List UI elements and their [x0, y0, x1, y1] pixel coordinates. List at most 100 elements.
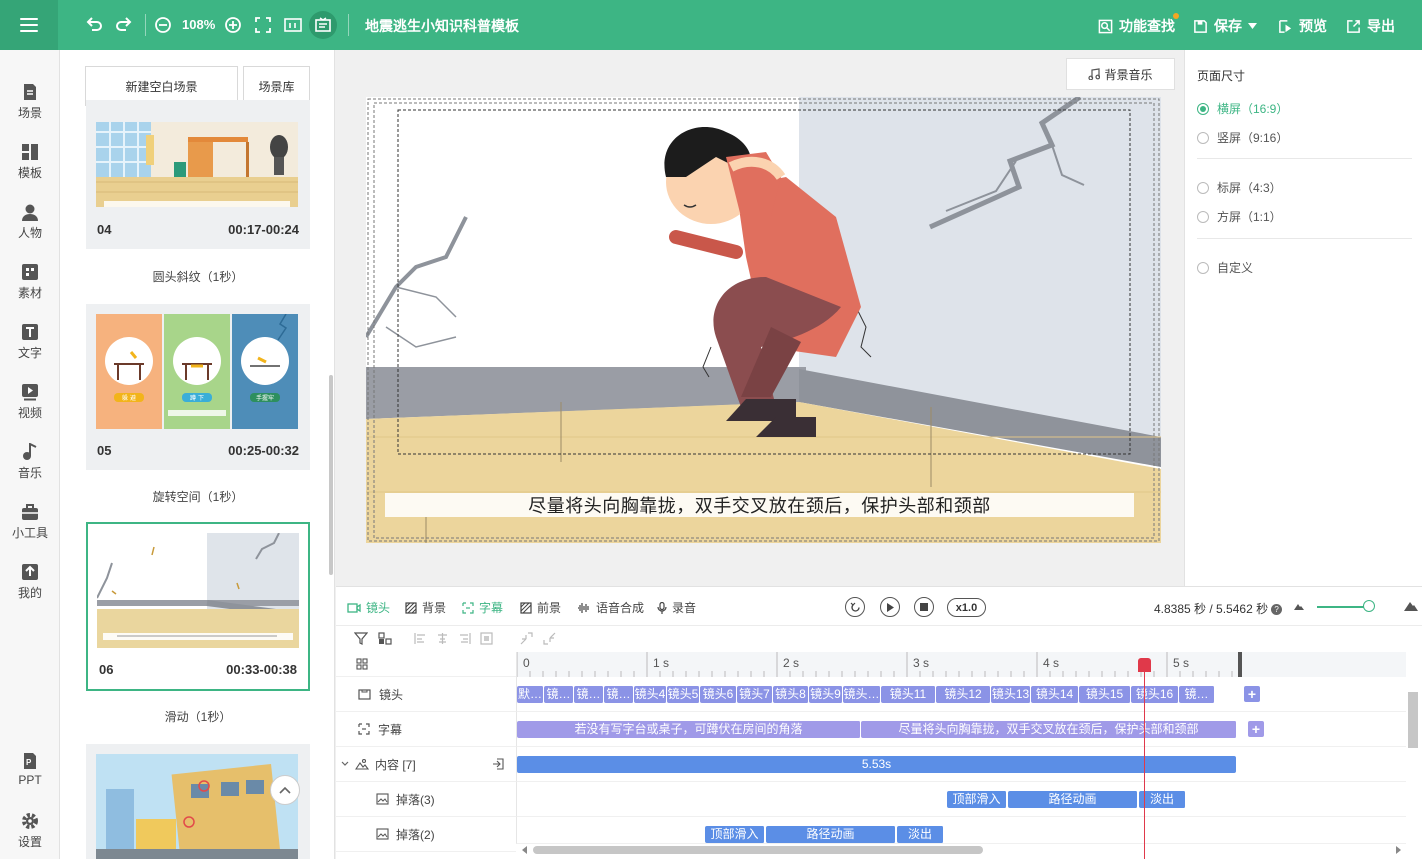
- document-title[interactable]: 地震逃生小知识科普模板: [365, 16, 519, 36]
- time-ruler[interactable]: 0 1 s 2 s 3 s 4 s 5 s: [516, 652, 1406, 677]
- chevron-down-icon[interactable]: [341, 761, 349, 767]
- actual-size-icon[interactable]: [283, 15, 303, 35]
- find-feature-button[interactable]: 功能查找: [1098, 16, 1175, 36]
- sidebar-item-person[interactable]: 人物: [0, 203, 60, 241]
- sidebar-item-text[interactable]: 文字: [0, 323, 60, 361]
- scene-transition-label[interactable]: 圆头斜纹（1秒）: [86, 268, 310, 285]
- background-music-button[interactable]: 背景音乐: [1066, 58, 1175, 90]
- lens-block[interactable]: 镜头9: [809, 686, 843, 703]
- scrollbar-thumb[interactable]: [533, 846, 983, 854]
- export-button[interactable]: 导出: [1346, 16, 1395, 36]
- lens-block[interactable]: 镜…: [604, 686, 634, 703]
- lens-block[interactable]: 镜…: [1179, 686, 1215, 703]
- help-icon[interactable]: ?: [1271, 604, 1283, 616]
- effect-fade-out[interactable]: 淡出: [1139, 791, 1186, 808]
- scene-list-scrollbar[interactable]: [329, 375, 333, 575]
- lens-block[interactable]: 镜头…: [843, 686, 881, 703]
- group-icon[interactable]: [378, 632, 392, 645]
- menu-button[interactable]: [0, 0, 58, 50]
- lens-block[interactable]: 镜头6: [700, 686, 737, 703]
- filter-icon[interactable]: [354, 632, 368, 645]
- option-portrait[interactable]: 竖屏（9:16）: [1197, 129, 1288, 146]
- redo-icon[interactable]: [114, 15, 134, 35]
- sidebar-item-tools[interactable]: 小工具: [0, 503, 60, 541]
- layer-up-icon[interactable]: [520, 632, 533, 645]
- content-block[interactable]: 5.53s: [517, 756, 1236, 773]
- lens-block[interactable]: 镜头8: [773, 686, 809, 703]
- playback-speed[interactable]: x1.0: [947, 598, 986, 617]
- tab-lens[interactable]: 镜头: [347, 599, 390, 616]
- timeline-horizontal-scrollbar[interactable]: [520, 845, 1402, 855]
- lens-block[interactable]: 镜头15: [1079, 686, 1131, 703]
- subtitle-mode-button[interactable]: [309, 11, 337, 39]
- align-right-icon[interactable]: [458, 632, 471, 645]
- scroll-top-button[interactable]: [270, 775, 300, 805]
- sidebar-item-music[interactable]: 音乐: [0, 443, 60, 481]
- scene-card-05[interactable]: 躲 避 蹲 下 手握牢 05 00:25-00:32: [86, 304, 310, 470]
- zoom-out-icon[interactable]: [153, 15, 173, 35]
- timeline-end-marker[interactable]: [1238, 652, 1242, 677]
- subtitle-block-2[interactable]: 尽量将头向胸靠拢，双手交叉放在颈后，保护头部和颈部: [861, 721, 1237, 738]
- sidebar-item-template[interactable]: 模板: [0, 143, 60, 181]
- subtitle-block-1[interactable]: 若没有写字台或桌子，可蹲伏在房间的角落: [517, 721, 861, 738]
- layer-down-icon[interactable]: [543, 632, 556, 645]
- play-button[interactable]: [880, 597, 900, 617]
- tab-tts[interactable]: 语音合成: [577, 599, 644, 616]
- scene-transition-label[interactable]: 滑动（1秒）: [86, 708, 310, 725]
- sidebar-item-material[interactable]: 素材: [0, 263, 60, 301]
- fullscreen-icon[interactable]: [253, 15, 273, 35]
- lens-block[interactable]: 镜头13: [991, 686, 1031, 703]
- lens-block[interactable]: 镜…: [544, 686, 574, 703]
- lens-block[interactable]: 镜头7: [737, 686, 773, 703]
- add-lens-button[interactable]: +: [1244, 686, 1260, 702]
- sidebar-item-mine[interactable]: 我的: [0, 563, 60, 601]
- tab-foreground[interactable]: 前景: [520, 599, 561, 616]
- sidebar-item-settings[interactable]: 设置: [0, 812, 60, 850]
- scroll-left-icon[interactable]: [522, 846, 528, 854]
- save-button[interactable]: 保存: [1193, 16, 1257, 36]
- tab-background[interactable]: 背景: [405, 599, 446, 616]
- effect-fade-out[interactable]: 淡出: [897, 826, 944, 843]
- lens-block[interactable]: 镜头11: [881, 686, 936, 703]
- align-center-icon[interactable]: [436, 632, 449, 645]
- enter-group-icon[interactable]: [492, 758, 504, 770]
- stop-button[interactable]: [914, 597, 934, 617]
- lens-block[interactable]: 默…: [517, 686, 544, 703]
- scene-transition-label[interactable]: 旋转空间（1秒）: [86, 488, 310, 505]
- lens-block[interactable]: 镜头12: [936, 686, 991, 703]
- scene-card-06[interactable]: 06 00:33-00:38: [86, 522, 310, 691]
- lens-block[interactable]: 镜头14: [1031, 686, 1079, 703]
- undo-icon[interactable]: [84, 15, 104, 35]
- effect-slide-in[interactable]: 顶部滑入: [705, 826, 765, 843]
- playhead-line[interactable]: [1144, 659, 1145, 859]
- effect-path-animation[interactable]: 路径动画: [1008, 791, 1138, 808]
- lens-block[interactable]: 镜头4: [634, 686, 667, 703]
- option-custom[interactable]: 自定义: [1197, 259, 1253, 276]
- option-square[interactable]: 方屏（1:1）: [1197, 208, 1282, 225]
- preview-button[interactable]: 预览: [1278, 16, 1327, 36]
- zoom-in-mountain-icon[interactable]: [1404, 601, 1418, 611]
- sidebar-item-ppt[interactable]: P PPT: [0, 752, 60, 787]
- scene-canvas[interactable]: 尽量将头向胸靠拢，双手交叉放在颈后，保护头部和颈部: [366, 97, 1161, 543]
- option-standard[interactable]: 标屏（4:3）: [1197, 179, 1282, 196]
- sidebar-item-scene[interactable]: 场景: [0, 83, 60, 121]
- option-landscape[interactable]: 横屏（16:9）: [1197, 100, 1288, 117]
- lens-block[interactable]: 镜头16: [1131, 686, 1179, 703]
- lens-block[interactable]: 镜…: [574, 686, 604, 703]
- replay-button[interactable]: [845, 597, 865, 617]
- effect-path-animation[interactable]: 路径动画: [766, 826, 896, 843]
- zoom-out-mountain-icon[interactable]: [1294, 603, 1304, 610]
- sidebar-item-video[interactable]: 视频: [0, 383, 60, 421]
- scroll-right-icon[interactable]: [1396, 846, 1402, 854]
- layout-icon[interactable]: [356, 658, 368, 670]
- timeline-vertical-scrollbar[interactable]: [1408, 692, 1418, 748]
- distribute-icon[interactable]: [480, 632, 493, 645]
- tab-subtitle[interactable]: 字幕: [462, 599, 503, 616]
- tab-recording[interactable]: 录音: [657, 599, 696, 616]
- align-left-icon[interactable]: [414, 632, 427, 645]
- scene-subtitle[interactable]: 尽量将头向胸靠拢，双手交叉放在颈后，保护头部和颈部: [385, 493, 1134, 517]
- scene-card-04[interactable]: 04 00:17-00:24: [86, 100, 310, 249]
- effect-slide-in[interactable]: 顶部滑入: [947, 791, 1007, 808]
- zoom-in-icon[interactable]: [223, 15, 243, 35]
- lens-block[interactable]: 镜头5: [667, 686, 700, 703]
